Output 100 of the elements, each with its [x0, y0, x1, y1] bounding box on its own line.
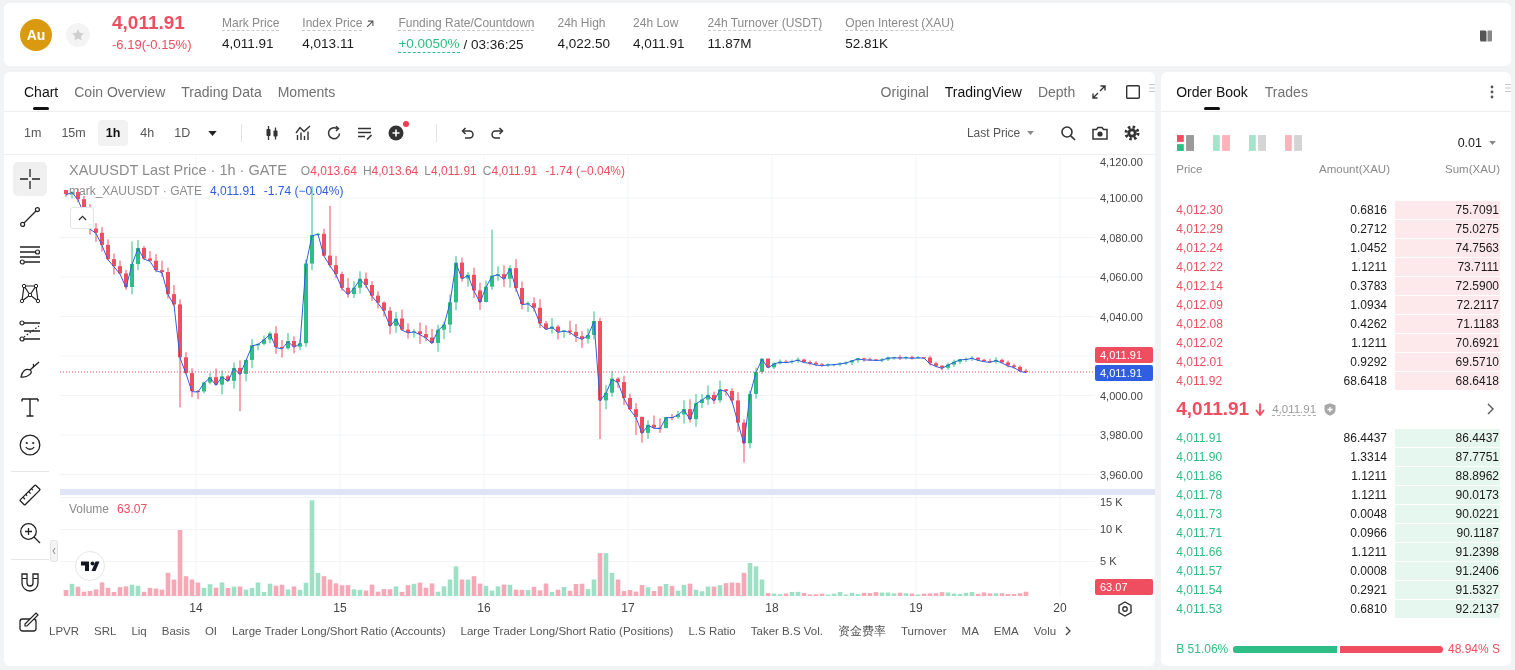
ohlc-value: 4,011.91	[430, 164, 477, 178]
chart-view-tab[interactable]: Depth	[1037, 83, 1076, 100]
indicator-tab[interactable]: Liq	[131, 625, 147, 637]
chart-tab[interactable]: Trading Data	[181, 72, 262, 111]
drawing-tool-button[interactable]	[13, 162, 47, 196]
interval-button[interactable]: 1m	[16, 120, 50, 146]
both-sides-layout-icon[interactable]	[1177, 135, 1195, 151]
order-amount: 68.6418	[1342, 373, 1388, 388]
more-icon[interactable]	[1490, 84, 1494, 99]
expand-icon[interactable]	[1091, 83, 1108, 100]
price-axis-label: 3,960.00	[1100, 467, 1143, 482]
order-amount: 1.1211	[1350, 487, 1388, 502]
chart-legend-title: XAUUSDT Last Price · 1h · GATE	[69, 162, 287, 178]
ask-sum-cell: 74.7563	[1395, 238, 1500, 257]
settings-icon[interactable]	[1124, 125, 1141, 141]
stat-value: 4,022.50	[557, 36, 611, 52]
add-icon[interactable]	[388, 125, 405, 141]
indicator-tab[interactable]: 资金费率	[838, 623, 886, 639]
time-axis-label: 18	[765, 601, 779, 615]
collapse-handle-icon[interactable]	[50, 540, 58, 562]
camera-icon[interactable]	[1092, 125, 1109, 141]
caret-down-icon[interactable]	[208, 130, 218, 136]
ask-sum-cell: 75.7091	[1395, 200, 1500, 219]
indicator-tab[interactable]: LPVR	[49, 625, 80, 637]
price-source-dropdown[interactable]: Last Price	[966, 126, 1035, 140]
candlestick-icon[interactable]	[264, 125, 281, 141]
volume-tag: 63.07	[1095, 579, 1153, 595]
order-amount: 0.2921	[1349, 582, 1388, 597]
time-axis-label: 15	[333, 601, 347, 615]
square-icon[interactable]	[1125, 83, 1142, 100]
mark-price-value: 4,011.91	[209, 184, 256, 198]
price-axis-label: 4,120.00	[1100, 155, 1143, 169]
chart-view-tab[interactable]: TradingView	[944, 83, 1022, 100]
chart-tab[interactable]: Moments	[277, 72, 336, 111]
price-axis-label: 4,080.00	[1100, 230, 1143, 245]
drag-handle-icon[interactable]	[1149, 83, 1156, 93]
undo-icon[interactable]	[459, 125, 476, 141]
bid-sum-cell: 92.2137	[1395, 599, 1500, 618]
bid-price: 4,011.78	[1176, 487, 1224, 502]
chart-view-tab[interactable]: Original	[880, 83, 929, 100]
template-list-icon[interactable]	[357, 125, 374, 141]
mark-price-tag: 4,011.91	[1095, 365, 1153, 381]
precision-dropdown[interactable]: 0.01	[1457, 136, 1496, 150]
bid-price: 4,011.71	[1176, 525, 1224, 540]
order-amount: 86.4437	[1342, 430, 1388, 445]
chevron-right-icon[interactable]	[1065, 626, 1072, 636]
logo-icon[interactable]	[75, 551, 105, 581]
order-amount: 1.1211	[1350, 259, 1388, 274]
indicator-tab[interactable]: EMA	[993, 625, 1019, 637]
arrow-up-right-icon[interactable]	[365, 18, 376, 29]
ask-price: 4,012.02	[1176, 335, 1224, 350]
ruler-icon	[19, 484, 41, 506]
indicator-tab[interactable]: L.S Ratio	[688, 625, 736, 637]
indicator-tab[interactable]: Taker B.S Vol.	[750, 625, 823, 637]
time-axis-label: 16	[477, 601, 491, 615]
indicator-tab[interactable]: OI	[204, 625, 218, 637]
bid-price: 4,011.54	[1176, 582, 1224, 597]
price-change: -6.19(-0.15%)	[112, 36, 193, 53]
indicator-tab[interactable]: Turnover	[901, 625, 947, 637]
search-icon[interactable]	[1060, 125, 1077, 141]
legend-collapse-button[interactable]	[70, 207, 94, 229]
order-amount: 1.0452	[1349, 240, 1388, 255]
volume-axis-label: 15 K	[1100, 495, 1123, 509]
ask-sum-cell: 75.0275	[1395, 219, 1500, 238]
hexagon-icon[interactable]	[1117, 600, 1133, 617]
order-amount: 0.0048	[1349, 506, 1388, 521]
notification-dot-icon	[403, 121, 410, 127]
mark-price: 4,011.91	[1272, 402, 1317, 416]
indicator-tab[interactable]: Basis	[161, 625, 190, 637]
interval-button[interactable]: 1h	[97, 120, 129, 146]
order-book-tab[interactable]: Trades	[1264, 72, 1308, 111]
interval-button[interactable]: 1D	[166, 120, 199, 146]
indicator-tab[interactable]: Large Trader Long/Short Ratio (Positions)	[460, 625, 674, 637]
bid-sum-cell: 86.4437	[1395, 428, 1500, 447]
replay-icon[interactable]	[326, 125, 343, 141]
drag-handle-icon[interactable]	[1505, 83, 1511, 93]
crosshair-icon	[19, 168, 41, 190]
order-book-tab[interactable]: Order Book	[1176, 72, 1248, 111]
stat-label: 24h High	[557, 16, 606, 31]
ohlc-label: C	[482, 164, 492, 178]
indicators-icon[interactable]	[295, 125, 312, 141]
price-axis-label: 4,040.00	[1100, 309, 1143, 324]
ask-price: 4,012.01	[1176, 354, 1224, 369]
time-axis-label: 19	[909, 601, 923, 615]
trend-line-icon	[19, 206, 41, 228]
stat-value: 4,011.91	[222, 36, 274, 52]
indicator-tab[interactable]: Volu	[1033, 625, 1057, 637]
ask-sum-cell: 71.1183	[1395, 314, 1500, 333]
interval-button[interactable]: 15m	[53, 120, 94, 146]
chart-tab[interactable]: Chart	[24, 72, 59, 111]
ask-sum-cell: 69.5710	[1395, 352, 1500, 371]
chevron-right-icon[interactable]	[1487, 403, 1494, 415]
magnet-icon	[19, 572, 41, 594]
indicator-tab[interactable]: Large Trader Long/Short Ratio (Accounts)	[232, 625, 446, 637]
chart-tab[interactable]: Coin Overview	[74, 72, 166, 111]
indicator-tab[interactable]: MA	[961, 625, 979, 637]
interval-button[interactable]: 4h	[132, 120, 163, 146]
ask-price: 4,012.29	[1176, 221, 1224, 236]
price-axis-label: 4,060.00	[1100, 270, 1143, 284]
indicator-tab[interactable]: SRL	[94, 625, 117, 637]
